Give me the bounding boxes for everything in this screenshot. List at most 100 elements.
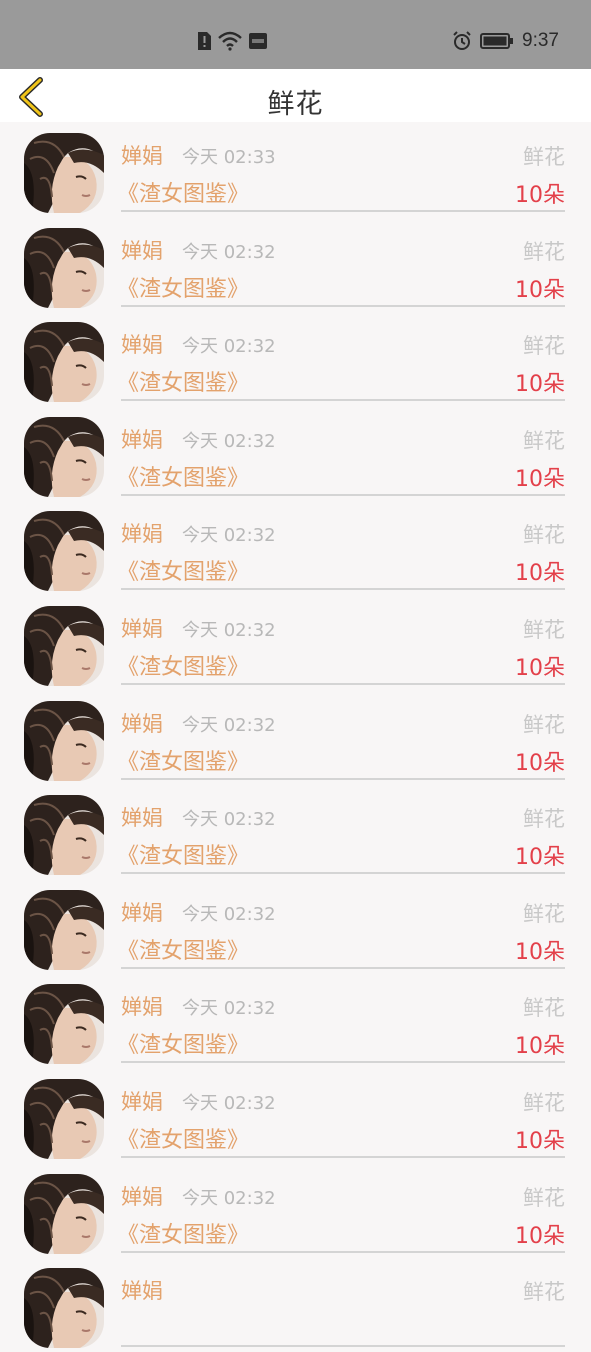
app-header: 鲜花 [0, 69, 591, 122]
sender-name[interactable]: 婵娟 [121, 708, 163, 738]
sender-name[interactable]: 婵娟 [121, 1086, 163, 1116]
book-title[interactable]: 《渣女图鉴》 [117, 933, 249, 965]
timestamp: 今天 02:32 [182, 809, 276, 831]
gift-type: 鲜花 [523, 1090, 565, 1115]
list-item[interactable]: 婵娟 今天 02:32 鲜花 《渣女图鉴》 10朵 [0, 311, 591, 406]
sender-name[interactable]: 婵娟 [121, 802, 163, 832]
book-title[interactable]: 《渣女图鉴》 [117, 1027, 249, 1059]
gift-count: 10朵 [515, 939, 565, 965]
sender-name[interactable]: 婵娟 [121, 613, 163, 643]
timestamp: 今天 02:32 [182, 619, 276, 641]
book-title[interactable]: 《渣女图鉴》 [117, 1217, 249, 1249]
status-bar: 9:37 [0, 0, 591, 69]
avatar[interactable] [24, 322, 104, 403]
list-item[interactable]: 婵娟 今天 02:32 鲜花 《渣女图鉴》 10朵 [0, 879, 591, 974]
avatar[interactable] [24, 700, 104, 781]
timestamp: 今天 02:32 [182, 714, 276, 736]
gift-count: 10朵 [515, 372, 565, 398]
gift-type: 鲜花 [523, 334, 565, 359]
timestamp: 今天 02:32 [182, 336, 276, 358]
sender-name[interactable]: 婵娟 [121, 1181, 163, 1211]
gift-type: 鲜花 [523, 1280, 565, 1305]
divider [121, 493, 565, 496]
timestamp: 今天 02:33 [182, 147, 276, 168]
divider [121, 304, 565, 307]
wifi-icon [218, 31, 242, 51]
gift-type: 鲜花 [523, 807, 565, 832]
list-item[interactable]: 婵娟 今天 02:33 鲜花 《渣女图鉴》 10朵 [0, 122, 591, 217]
list-item[interactable]: 婵娟 今天 02:32 鲜花 《渣女图鉴》 10朵 [0, 1068, 591, 1163]
gift-count: 10朵 [515, 1034, 565, 1060]
timestamp: 今天 02:32 [182, 1092, 276, 1114]
sender-name[interactable]: 婵娟 [121, 424, 163, 454]
avatar[interactable] [24, 605, 104, 686]
book-title[interactable]: 《渣女图鉴》 [117, 1122, 249, 1154]
avatar[interactable] [24, 511, 104, 592]
avatar[interactable] [24, 416, 104, 497]
book-title[interactable]: 《渣女图鉴》 [117, 649, 249, 681]
avatar[interactable] [24, 889, 104, 970]
divider [121, 210, 565, 212]
gift-count: 10朵 [515, 1223, 565, 1249]
book-title[interactable]: 《渣女图鉴》 [117, 744, 249, 776]
sender-name[interactable]: 婵娟 [121, 897, 163, 927]
avatar[interactable] [24, 1078, 104, 1159]
sender-name[interactable]: 婵娟 [121, 518, 163, 548]
hd-icon [249, 33, 267, 49]
gift-type: 鲜花 [523, 996, 565, 1021]
list-item[interactable]: 婵娟 今天 02:32 鲜花 《渣女图鉴》 10朵 [0, 217, 591, 312]
book-title[interactable]: 《渣女图鉴》 [117, 365, 249, 397]
status-icons-right: 9:37 [452, 30, 559, 52]
book-title[interactable]: 《渣女图鉴》 [117, 460, 249, 492]
avatar[interactable] [24, 227, 104, 308]
list-item[interactable]: 婵娟 今天 02:32 鲜花 《渣女图鉴》 10朵 [0, 500, 591, 595]
avatar[interactable] [24, 1268, 104, 1349]
avatar[interactable] [24, 984, 104, 1065]
divider [121, 872, 565, 875]
divider [121, 1061, 565, 1064]
avatar[interactable] [24, 795, 104, 876]
gift-type: 鲜花 [523, 239, 565, 264]
flower-gift-list: 婵娟 今天 02:33 鲜花 《渣女图鉴》 10朵 婵娟 今天 02:32 鲜花… [0, 122, 591, 1352]
sender-name[interactable]: 婵娟 [121, 991, 163, 1021]
divider [121, 1345, 565, 1348]
divider [121, 682, 565, 685]
gift-type: 鲜花 [523, 428, 565, 453]
battery-icon [480, 33, 514, 49]
status-icons-left [196, 31, 268, 51]
list-item[interactable]: 婵娟 今天 02:32 鲜花 《渣女图鉴》 10朵 [0, 1163, 591, 1258]
sender-name[interactable]: 婵娟 [121, 235, 163, 265]
gift-count: 10朵 [515, 183, 565, 208]
gift-type: 鲜花 [523, 1185, 565, 1210]
gift-type: 鲜花 [523, 901, 565, 926]
list-item[interactable]: 婵娟 今天 02:32 鲜花 《渣女图鉴》 10朵 [0, 406, 591, 501]
sender-name[interactable]: 婵娟 [121, 140, 163, 170]
list-item[interactable]: 婵娟 今天 02:32 鲜花 《渣女图鉴》 10朵 [0, 784, 591, 879]
book-title[interactable]: 《渣女图鉴》 [117, 554, 249, 586]
gift-count: 10朵 [515, 561, 565, 587]
gift-count: 10朵 [515, 1128, 565, 1154]
book-title[interactable]: 《渣女图鉴》 [117, 176, 249, 208]
divider [121, 1250, 565, 1253]
divider [121, 966, 565, 969]
list-item[interactable]: 婵娟 今天 02:32 鲜花 《渣女图鉴》 10朵 [0, 973, 591, 1068]
gift-count: 10朵 [515, 845, 565, 871]
alarm-icon [453, 31, 471, 50]
gift-count: 10朵 [515, 277, 565, 303]
avatar[interactable] [24, 1173, 104, 1254]
gift-count: 10朵 [515, 750, 565, 776]
divider [121, 777, 565, 780]
gift-type: 鲜花 [523, 523, 565, 548]
book-title[interactable]: 《渣女图鉴》 [117, 271, 249, 303]
book-title[interactable]: 《渣女图鉴》 [117, 838, 249, 870]
list-item[interactable]: 婵娟 鲜花 [0, 1257, 591, 1352]
timestamp: 今天 02:32 [182, 1187, 276, 1209]
clock: 9:37 [522, 30, 559, 51]
avatar[interactable] [24, 133, 104, 213]
gift-count: 10朵 [515, 655, 565, 681]
list-item[interactable]: 婵娟 今天 02:32 鲜花 《渣女图鉴》 10朵 [0, 690, 591, 785]
timestamp: 今天 02:32 [182, 241, 276, 263]
list-item[interactable]: 婵娟 今天 02:32 鲜花 《渣女图鉴》 10朵 [0, 595, 591, 690]
timestamp: 今天 02:32 [182, 998, 276, 1020]
sender-name[interactable]: 婵娟 [121, 329, 163, 359]
